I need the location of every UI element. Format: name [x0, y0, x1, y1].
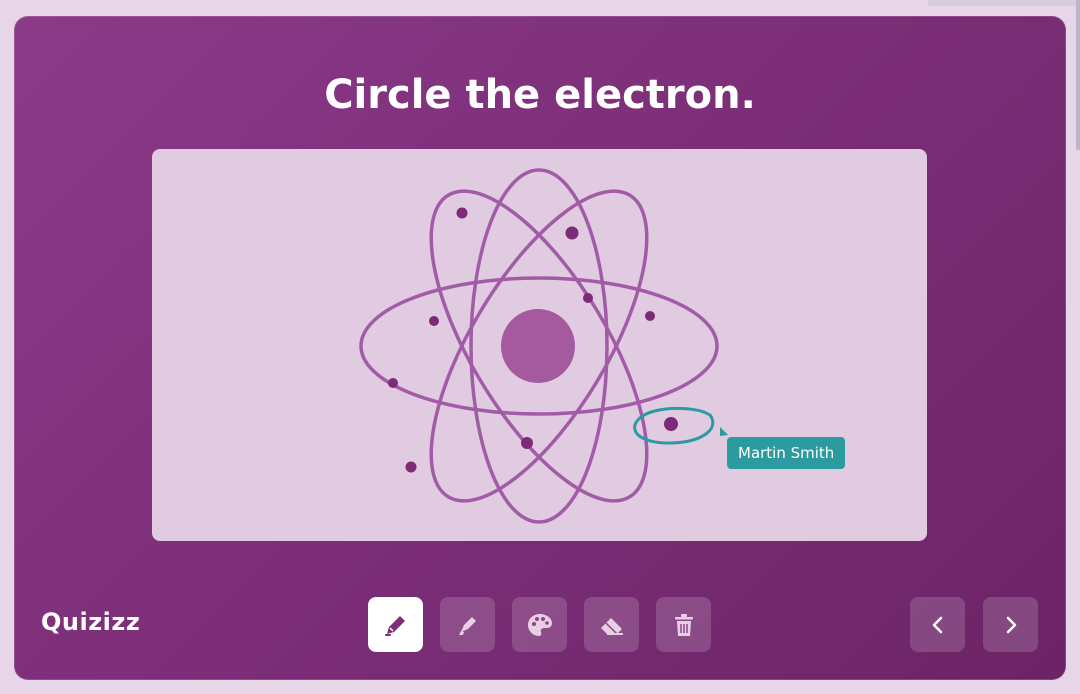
- background-strip-side: [1076, 0, 1080, 150]
- electron: [645, 311, 655, 321]
- electron: [429, 316, 439, 326]
- electron: [521, 437, 533, 449]
- question-title: Circle the electron.: [324, 72, 756, 118]
- chevron-right-icon: [1006, 616, 1016, 633]
- pencil-icon: [384, 615, 405, 636]
- electron-circled: [664, 417, 678, 431]
- palette-tool-button[interactable]: [512, 597, 567, 652]
- pencil-tool-button[interactable]: [368, 597, 423, 652]
- eraser-tool-button[interactable]: [584, 597, 639, 652]
- highlighter-icon: [458, 616, 476, 635]
- electron: [388, 378, 398, 388]
- quizizz-logo: Quizizz: [41, 608, 141, 636]
- previous-button[interactable]: [910, 597, 965, 652]
- electron: [456, 207, 468, 219]
- drawing-canvas[interactable]: Martin Smith: [152, 149, 927, 541]
- background-strip: [928, 0, 1080, 6]
- palette-icon: [527, 613, 552, 636]
- chevron-left-icon: [932, 616, 942, 633]
- annotation-cursor-icon: [720, 427, 728, 436]
- highlighter-tool-button[interactable]: [440, 597, 495, 652]
- atom-nucleus: [501, 309, 575, 383]
- eraser-icon: [600, 617, 623, 635]
- question-card: Circle the electron. Martin Smith Quiziz…: [14, 16, 1066, 680]
- electron: [565, 226, 579, 240]
- atom-diagram: [359, 168, 728, 524]
- annotation-author-tag: Martin Smith: [727, 437, 846, 469]
- electron: [583, 293, 593, 303]
- next-button[interactable]: [983, 597, 1038, 652]
- trash-icon: [674, 613, 693, 636]
- delete-tool-button[interactable]: [656, 597, 711, 652]
- electron: [405, 461, 417, 473]
